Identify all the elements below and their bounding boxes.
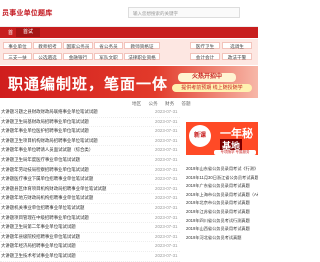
side-list-item[interactable]: 2019年上海市公务员录用考试真题（A卷） (186, 191, 258, 200)
ad-pill: 专项随学 专属服务 (214, 150, 256, 155)
article-date: 2023-07-31 (155, 118, 178, 124)
ad-new-badge: 新课 (189, 125, 211, 147)
side-list-item[interactable]: 2019年11月30日浙江省公务员考试真题 (186, 174, 258, 183)
tab-item[interactable]: 答题 (181, 101, 190, 106)
side-list-item[interactable]: 2019年北京市公务员录用考试真题 (186, 199, 258, 208)
list-item[interactable]: 大讲题医疗事业下属单位招聘事业单位笔试试题 2023-07-31 (0, 175, 180, 185)
article-list: 大讲题习题之县财政财政局联络事业单位笔试试题 2023-07-31 大讲题卫生局基财… (0, 108, 180, 262)
article-title[interactable]: 大讲题卫生项目机构财政局招聘事业单位笔试试题 (1, 137, 141, 146)
search-input[interactable]: 输入您想搜索的关键字 (128, 7, 240, 18)
article-title[interactable]: 大讲题医疗事业下属单位招聘事业单位笔试试题 (1, 175, 141, 184)
article-title[interactable]: 大讲题习题之县财政财政局联络事业单位笔试试题 (1, 108, 141, 117)
list-item[interactable]: 大讲题卫生技术考试事业单位笔试试题 2023-07-31 (0, 252, 180, 262)
list-item[interactable]: 大讲题年地方财政局机构招聘事业单位笔试试题 2023-07-31 (0, 194, 180, 204)
tab-item[interactable]: 财务 (165, 101, 174, 106)
article-title[interactable]: 大讲题项目管理在中级招聘事业单位笔试试题 (1, 214, 141, 223)
list-item[interactable]: 大讲题卫生项目机构财政局招聘事业单位笔试试题 2023-07-31 (0, 137, 180, 147)
subnav-item[interactable]: 公选遴选 (33, 53, 62, 60)
list-item[interactable]: 大讲题县区体育项目机构财政局招聘事业单位笔试试题 2023-07-31 (0, 185, 180, 195)
article-title[interactable]: 大讲题机关事业单位招聘事业单位笔试试题 (1, 204, 141, 213)
tab-item[interactable]: 公务 (148, 101, 157, 106)
article-title[interactable]: 大讲题卫生局第二年事业单位笔试试题 (1, 223, 141, 232)
site-logo[interactable]: 员事业单位题库 (2, 8, 52, 18)
article-title[interactable]: 大讲题年经济局招聘事业单位笔试试题 (1, 242, 141, 251)
subnav-item[interactable]: 政法干警 (222, 53, 252, 60)
subnav-item[interactable]: 法律职业资格 (124, 53, 160, 60)
list-item[interactable]: 大讲题年劳动技局检察招聘事业单位笔试试题 2023-07-31 (0, 166, 180, 176)
list-tabs: 地区 公务 财务 答题 (132, 101, 197, 107)
side-ad-banner[interactable]: 新课 一年秘 基地 专项随学 专属服务 (186, 122, 258, 155)
subnav-item[interactable]: 医疗卫生 (190, 42, 220, 49)
nav-home[interactable]: 首 (8, 29, 13, 36)
article-title[interactable]: 大讲题年地方财政局机构招聘事业单位笔试试题 (1, 194, 141, 203)
main-nav: 首 首试 (0, 27, 258, 38)
article-date: 2023-07-31 (155, 185, 178, 191)
article-date: 2023-07-31 (155, 109, 178, 114)
article-date: 2023-07-31 (155, 147, 178, 153)
subnav-item[interactable]: 军队文职 (94, 53, 123, 60)
article-date: 2023-07-31 (155, 233, 178, 239)
list-item[interactable]: 大讲题卫生局年度医疗事业单位笔试试题 2023-07-31 (0, 156, 180, 166)
article-title[interactable]: 大讲题年事业单位医护招聘事业单位笔试试题 (1, 127, 141, 136)
side-list-item[interactable]: 2019年山西省公务员录用考试真题 (186, 225, 258, 234)
article-date: 2023-07-31 (155, 176, 178, 182)
article-date: 2023-07-31 (155, 128, 178, 134)
article-date: 2023-07-31 (155, 252, 178, 258)
side-list-item[interactable]: 2019年江苏省公务员录用考试真题 (186, 208, 258, 217)
subnav-item[interactable]: 三支一扶 (3, 53, 32, 60)
subnav-item[interactable]: 教师资格证 (124, 42, 160, 49)
article-date: 2023-07-31 (155, 137, 178, 143)
subnav-item[interactable]: 会计会计 (190, 53, 220, 60)
article-title[interactable]: 大讲题年劳动技局检察招聘事业单位笔试试题 (1, 166, 141, 175)
list-item[interactable]: 大讲题年县级院校招聘事业单位笔试试题 2023-07-31 (0, 233, 180, 243)
article-date: 2023-07-31 (155, 156, 178, 162)
subnav-item[interactable]: 金融银行 (63, 53, 93, 60)
tab-item[interactable]: 地区 (132, 101, 141, 106)
subnav-item[interactable]: 选调生 (222, 42, 252, 49)
article-title[interactable]: 大讲题卫生局基财政局招聘事业单位笔试试题 (1, 118, 141, 127)
banner-hot-badge: 火热开招中 (178, 73, 236, 82)
subnav-item[interactable]: 教师招考 (33, 42, 62, 49)
side-list-item[interactable]: 2019年河北省公务员考试真题 (186, 234, 258, 243)
article-title[interactable]: 大讲题县区体育项目机构财政局招聘事业单位笔试试题 (1, 185, 141, 194)
banner-title: 职通编制班，笔面一体 (8, 75, 169, 93)
nav-active-tab[interactable]: 首试 (16, 28, 40, 37)
side-list: 2019年山东省公务员录用考试《行测》真题2019年11月30日浙江省公务员考试… (186, 165, 258, 242)
article-date: 2023-07-31 (155, 204, 178, 210)
banner-subtitle: 提供考前预期 线上随授随学 (172, 84, 252, 92)
list-item[interactable]: 大讲题卫生局第二年事业单位笔试试题 2023-07-31 (0, 223, 180, 233)
article-title[interactable]: 大讲题年事业单位聘请人员面试试题（综合类） (1, 146, 141, 155)
side-list-item[interactable]: 2019年四川省公务员考试行测真题 (186, 217, 258, 226)
article-date: 2023-07-31 (155, 224, 178, 230)
subnav-item[interactable]: 事业单位 (3, 42, 32, 49)
side-list-item[interactable]: 2019年广东省公务员录用考试真题 (186, 182, 258, 191)
article-date: 2023-07-31 (155, 195, 178, 201)
side-list-item[interactable]: 2019年山东省公务员录用考试《行测》真题 (186, 165, 258, 174)
article-date: 2023-07-31 (155, 214, 178, 220)
top-header: 员事业单位题库 输入您想搜索的关键字 (0, 0, 258, 27)
subnav-item[interactable]: 国家公务员 (63, 42, 93, 49)
article-title[interactable]: 大讲题卫生局年度医疗事业单位笔试试题 (1, 156, 141, 165)
list-item[interactable]: 大讲题年事业单位医护招聘事业单位笔试试题 2023-07-31 (0, 127, 180, 137)
article-date: 2023-07-31 (155, 166, 178, 172)
list-item[interactable]: 大讲题习题之县财政财政局联络事业单位笔试试题 2023-07-31 (0, 108, 180, 118)
list-item[interactable]: 大讲题年事业单位聘请人员面试试题（综合类） 2023-07-31 (0, 146, 180, 156)
category-nav: 事业单位 教师招考 国家公务员 省公务员 教师资格证 医疗卫生 选调生 三支一扶… (0, 39, 258, 65)
subnav-item[interactable]: 省公务员 (94, 42, 123, 49)
list-item[interactable]: 大讲题项目管理在中级招聘事业单位笔试试题 2023-07-31 (0, 214, 180, 224)
list-item[interactable]: 大讲题机关事业单位招聘事业单位笔试试题 2023-07-31 (0, 204, 180, 214)
list-item[interactable]: 大讲题卫生局基财政局招聘事业单位笔试试题 2023-07-31 (0, 118, 180, 128)
article-date: 2023-07-31 (155, 243, 178, 249)
promo-banner[interactable]: 职通编制班，笔面一体 火热开招中 提供考前预期 线上随授随学 (0, 66, 258, 98)
list-item[interactable]: 大讲题年经济局招聘事业单位笔试试题 2023-07-31 (0, 242, 180, 252)
article-title[interactable]: 大讲题卫生技术考试事业单位笔试试题 (1, 252, 141, 261)
article-title[interactable]: 大讲题年县级院校招聘事业单位笔试试题 (1, 233, 141, 242)
